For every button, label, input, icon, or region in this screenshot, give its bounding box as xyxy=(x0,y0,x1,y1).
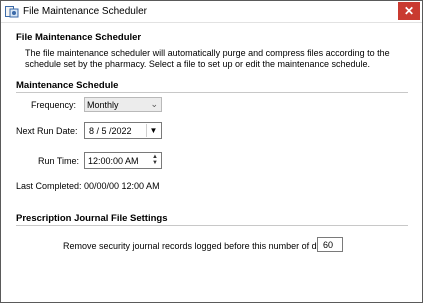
maintenance-schedule-divider xyxy=(16,92,408,93)
retention-days-value: 60 xyxy=(323,240,334,250)
run-time-value: 12:00:00 AM xyxy=(88,156,139,166)
journal-settings-heading: Prescription Journal File Settings xyxy=(16,213,168,224)
run-time-label: Run Time: xyxy=(38,156,80,166)
run-time-input[interactable]: 12:00:00 AM ▲ ▼ xyxy=(84,152,162,169)
file-maintenance-window: File Maintenance Scheduler ✕ File Mainte… xyxy=(0,0,423,303)
chevron-down-icon: ⌄ xyxy=(150,99,158,109)
scheduler-description: The file maintenance scheduler will auto… xyxy=(25,48,390,69)
next-run-date-label: Next Run Date: xyxy=(16,126,78,136)
next-run-date-picker[interactable]: 8 / 5 /2022 ▼ xyxy=(84,122,162,139)
remove-records-label: Remove security journal records logged b… xyxy=(63,241,334,251)
last-completed-value: 00/00/00 12:00 AM xyxy=(84,181,160,191)
file-maintenance-app-icon xyxy=(5,6,19,18)
journal-settings-divider xyxy=(16,225,408,226)
run-time-spinner[interactable]: ▲ ▼ xyxy=(150,154,160,167)
frequency-select[interactable]: Monthly ⌄ xyxy=(84,97,162,112)
spin-down-icon[interactable]: ▼ xyxy=(150,160,160,166)
title-bar[interactable]: File Maintenance Scheduler ✕ xyxy=(1,1,422,23)
dropdown-arrow-icon[interactable]: ▼ xyxy=(146,124,160,137)
maintenance-schedule-heading: Maintenance Schedule xyxy=(16,80,119,91)
next-run-date-value: 8 / 5 /2022 xyxy=(89,126,132,136)
window-title: File Maintenance Scheduler xyxy=(23,6,147,17)
last-completed-label: Last Completed: xyxy=(16,181,82,191)
frequency-value: Monthly xyxy=(87,100,119,110)
scheduler-heading: File Maintenance Scheduler xyxy=(16,32,142,43)
close-icon: ✕ xyxy=(403,4,415,18)
close-button[interactable]: ✕ xyxy=(398,2,420,20)
frequency-label: Frequency: xyxy=(31,100,77,110)
retention-days-input[interactable]: 60 xyxy=(317,237,343,252)
